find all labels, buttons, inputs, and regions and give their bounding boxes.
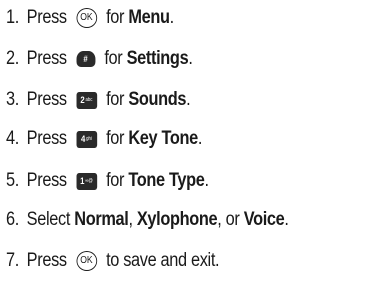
step-number: 1. bbox=[6, 7, 19, 28]
step-end: . bbox=[188, 48, 193, 69]
step-6: 6. Select Normal , Xylophone , or Voice … bbox=[6, 206, 289, 234]
step-end: . bbox=[169, 7, 175, 28]
option-xylophone: Xylophone bbox=[136, 209, 218, 230]
key-tone-label: Key Tone bbox=[128, 128, 198, 149]
separator: , or bbox=[217, 209, 244, 230]
pound-key-icon: # bbox=[76, 51, 96, 67]
step-text: for bbox=[101, 89, 129, 110]
key-4-icon: 4 ghi bbox=[76, 130, 97, 148]
sounds-label: Sounds bbox=[128, 89, 187, 110]
step-number: 6. bbox=[6, 209, 19, 230]
ok-key-icon: OK bbox=[76, 8, 97, 28]
step-end: . bbox=[186, 89, 191, 110]
menu-label: Menu bbox=[128, 7, 170, 28]
step-2: 2. Press # for Settings . bbox=[6, 45, 193, 73]
step-number: 3. bbox=[6, 89, 19, 110]
ok-key-icon: OK bbox=[76, 251, 97, 271]
step-number: 4. bbox=[6, 128, 19, 149]
step-text: to save and exit. bbox=[101, 250, 220, 271]
step-3: 3. Press 2 abc for Sounds . bbox=[6, 86, 191, 114]
step-text: for bbox=[101, 128, 129, 149]
step-end: . bbox=[197, 128, 203, 149]
step-end: . bbox=[204, 170, 210, 191]
step-text: Press bbox=[26, 7, 71, 28]
settings-label: Settings bbox=[126, 48, 189, 69]
option-voice: Voice bbox=[243, 209, 285, 230]
step-end: . bbox=[284, 209, 289, 230]
step-5: 5. Press 1 ∞@ for Tone Type . bbox=[6, 167, 209, 195]
step-text: for bbox=[101, 7, 129, 28]
step-text: for bbox=[101, 170, 129, 191]
step-text: Press bbox=[26, 170, 71, 191]
step-number: 5. bbox=[6, 170, 19, 191]
step-text: Press bbox=[26, 89, 71, 110]
step-text: Select bbox=[26, 209, 75, 230]
key-2-icon: 2 abc bbox=[76, 91, 97, 109]
step-text: Press bbox=[26, 48, 71, 69]
option-normal: Normal bbox=[74, 209, 129, 230]
step-1: 1. Press OK for Menu . bbox=[6, 4, 174, 32]
step-text: Press bbox=[26, 250, 71, 271]
key-1-icon: 1 ∞@ bbox=[76, 172, 97, 190]
step-number: 7. bbox=[6, 250, 19, 271]
step-4: 4. Press 4 ghi for Key Tone . bbox=[6, 125, 202, 153]
step-number: 2. bbox=[6, 48, 19, 69]
separator: , bbox=[128, 209, 137, 230]
step-text: for bbox=[100, 48, 127, 69]
step-text: Press bbox=[26, 128, 71, 149]
step-7: 7. Press OK to save and exit. bbox=[6, 247, 220, 275]
tone-type-label: Tone Type bbox=[128, 170, 205, 191]
